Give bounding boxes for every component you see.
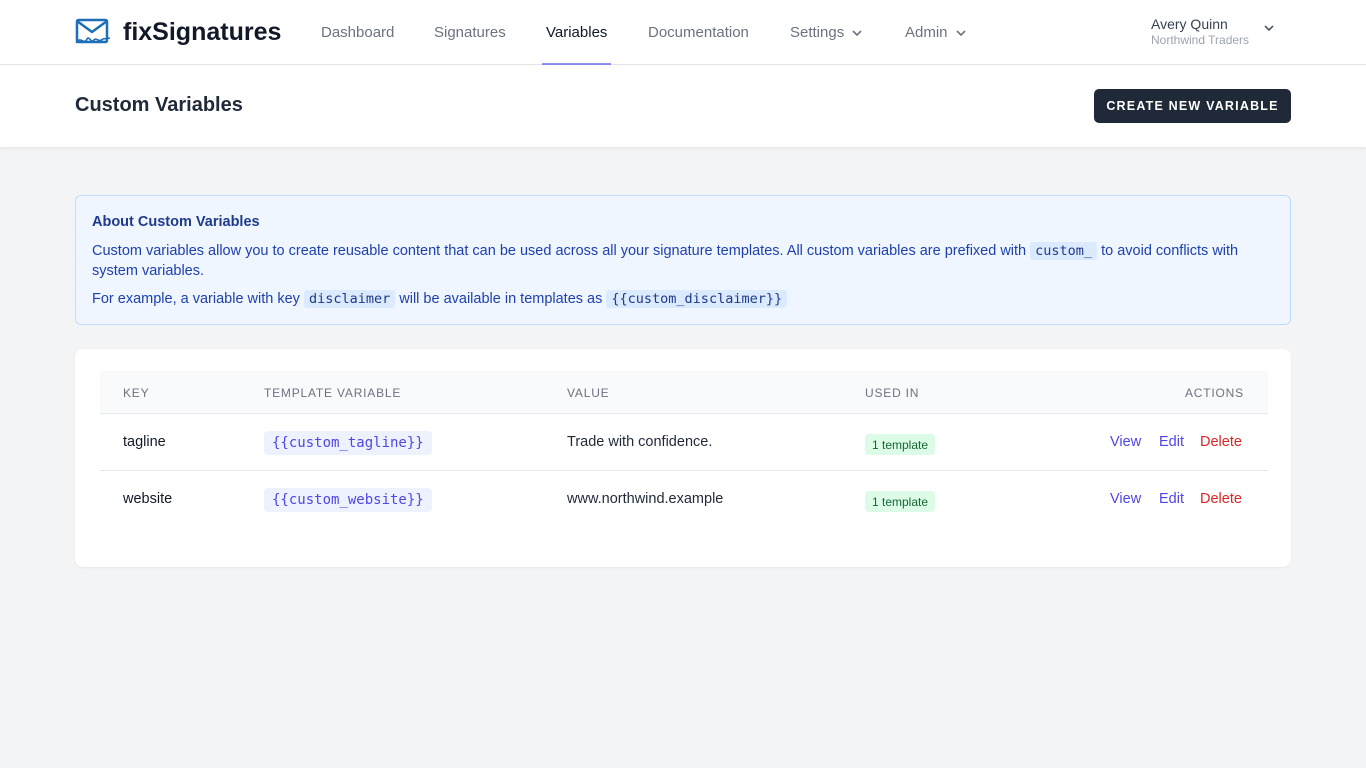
info-text: will be available in templates as xyxy=(399,291,603,307)
info-panel: About Custom Variables Custom variables … xyxy=(75,195,1291,325)
user-org: Northwind Traders xyxy=(1151,33,1250,47)
view-link[interactable]: View xyxy=(1110,434,1141,450)
code-snippet: {{custom_disclaimer}} xyxy=(606,290,788,308)
template-variable: {{custom_website}} xyxy=(264,488,432,512)
used-in-badge: 1 template xyxy=(865,491,936,512)
code-snippet: custom_ xyxy=(1030,242,1098,260)
column-header-used-in: USED IN xyxy=(865,386,920,400)
variables-table: KEY TEMPLATE VARIABLE VALUE USED IN ACTI… xyxy=(75,349,1291,567)
nav-settings-label: Settings xyxy=(790,24,845,41)
delete-link[interactable]: Delete xyxy=(1200,491,1242,507)
edit-link[interactable]: Edit xyxy=(1159,491,1184,507)
template-variable: {{custom_tagline}} xyxy=(264,431,432,455)
info-text: For example, a variable with key xyxy=(92,291,300,307)
nav-dashboard-label: Dashboard xyxy=(321,24,395,41)
nav-variables-label: Variables xyxy=(546,24,608,41)
info-example: For example, a variable with key disclai… xyxy=(92,289,1262,309)
delete-link[interactable]: Delete xyxy=(1200,434,1242,450)
nav-documentation[interactable]: Documentation xyxy=(648,0,749,65)
variable-key: website xyxy=(123,491,173,507)
used-in-badge: 1 template xyxy=(865,434,936,455)
chevron-down-icon xyxy=(1264,25,1274,31)
column-header-template-variable: TEMPLATE VARIABLE xyxy=(264,386,402,400)
nav-variables[interactable]: Variables xyxy=(541,0,612,65)
chevron-down-icon xyxy=(852,29,862,36)
user-menu[interactable]: Avery Quinn Northwind Traders xyxy=(1151,15,1281,49)
table-row: website {{custom_website}} www.northwind… xyxy=(100,471,1268,528)
column-header-key: KEY xyxy=(123,386,150,400)
page-header: Custom Variables CREATE NEW VARIABLE xyxy=(0,65,1366,147)
code-snippet: disclaimer xyxy=(303,290,396,308)
edit-link[interactable]: Edit xyxy=(1159,434,1184,450)
create-variable-button[interactable]: CREATE NEW VARIABLE xyxy=(1094,89,1291,123)
app-name: fixSignatures xyxy=(123,17,282,46)
app-logo[interactable]: fixSignatures xyxy=(75,16,281,48)
info-text: Custom variables allow you to create reu… xyxy=(92,243,1027,259)
envelope-signature-icon xyxy=(75,18,111,44)
top-navbar: fixSignatures Dashboard Signatures Varia… xyxy=(0,0,1366,65)
variable-value: Trade with confidence. xyxy=(567,434,713,450)
variable-value: www.northwind.example xyxy=(567,491,724,507)
nav-dashboard[interactable]: Dashboard xyxy=(321,0,394,65)
table-row: tagline {{custom_tagline}} Trade with co… xyxy=(100,414,1268,471)
table-header: KEY TEMPLATE VARIABLE VALUE USED IN ACTI… xyxy=(100,371,1268,414)
nav-admin[interactable]: Admin xyxy=(905,0,966,65)
view-link[interactable]: View xyxy=(1110,491,1141,507)
column-header-value: VALUE xyxy=(567,386,610,400)
nav-signatures-label: Signatures xyxy=(434,24,506,41)
info-title: About Custom Variables xyxy=(92,214,260,230)
column-header-actions: ACTIONS xyxy=(1185,386,1244,400)
nav-admin-label: Admin xyxy=(905,24,948,41)
page-title: Custom Variables xyxy=(75,94,243,116)
nav-signatures[interactable]: Signatures xyxy=(434,0,506,65)
variable-key: tagline xyxy=(123,434,166,450)
chevron-down-icon xyxy=(955,29,966,36)
user-name: Avery Quinn xyxy=(1151,16,1228,32)
nav-settings[interactable]: Settings xyxy=(790,0,862,65)
nav-documentation-label: Documentation xyxy=(648,24,749,41)
info-paragraph: Custom variables allow you to create reu… xyxy=(92,241,1262,281)
